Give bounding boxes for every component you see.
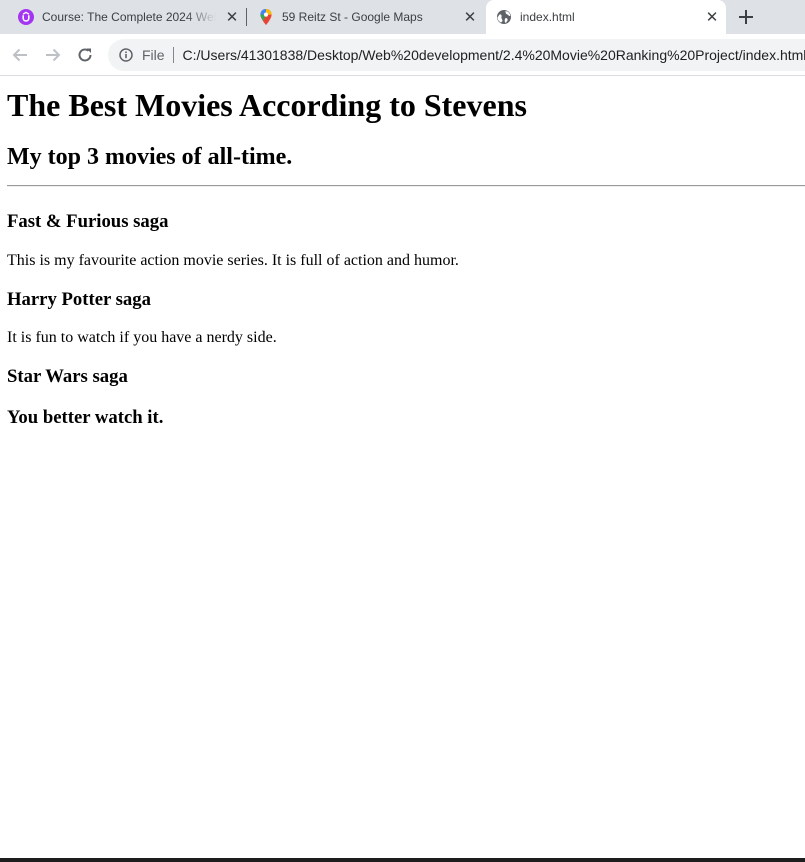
window-bottom-edge	[0, 858, 805, 862]
arrow-right-icon	[46, 48, 61, 62]
url-scheme-label: File	[141, 47, 165, 63]
google-maps-icon	[258, 9, 274, 25]
tab-title: 59 Reitz St - Google Maps	[282, 10, 423, 24]
tab-title: index.html	[520, 10, 575, 24]
address-bar[interactable]: File C:/Users/41301838/Desktop/Web%20dev…	[108, 39, 805, 71]
close-tab-icon[interactable]: ✕	[704, 9, 720, 26]
url-text[interactable]: C:/Users/41301838/Desktop/Web%20developm…	[183, 47, 805, 63]
tab-google-maps[interactable]: 59 Reitz St - Google Maps ✕	[248, 0, 484, 34]
browser-toolbar: File C:/Users/41301838/Desktop/Web%20dev…	[0, 34, 805, 76]
page-content: The Best Movies According to Stevens My …	[0, 77, 805, 862]
movie-title: Fast & Furious saga	[7, 211, 169, 232]
tab-divider	[246, 8, 247, 26]
close-tab-icon[interactable]: ✕	[462, 9, 478, 26]
address-separator	[172, 47, 174, 63]
tab-title: Course: The Complete 2024 Web Developmen…	[42, 10, 216, 24]
page-title: The Best Movies According to Stevens	[7, 87, 527, 123]
page-subtitle: My top 3 movies of all-time.	[7, 144, 293, 170]
forward-button[interactable]	[41, 43, 65, 67]
reload-button[interactable]	[73, 43, 97, 67]
tab-index-html[interactable]: index.html ✕	[486, 0, 726, 34]
back-button[interactable]	[8, 43, 32, 67]
tab-udemy-course[interactable]: Course: The Complete 2024 Web Developmen…	[0, 0, 246, 34]
divider	[7, 185, 805, 187]
close-tab-icon[interactable]: ✕	[224, 9, 240, 26]
arrow-left-icon	[12, 48, 27, 62]
movie-description: You better watch it.	[7, 407, 164, 428]
new-tab-button[interactable]	[734, 5, 758, 29]
movie-title: Star Wars saga	[7, 366, 128, 387]
movie-description: This is my favourite action movie series…	[7, 252, 459, 269]
site-info-icon[interactable]	[118, 47, 134, 63]
movie-description: It is fun to watch if you have a nerdy s…	[7, 329, 277, 346]
plus-icon	[739, 10, 753, 24]
udemy-icon	[18, 9, 34, 25]
reload-icon	[78, 48, 92, 62]
movie-title: Harry Potter saga	[7, 289, 151, 310]
tab-strip: Course: The Complete 2024 Web Developmen…	[0, 0, 805, 34]
globe-icon	[496, 9, 512, 25]
